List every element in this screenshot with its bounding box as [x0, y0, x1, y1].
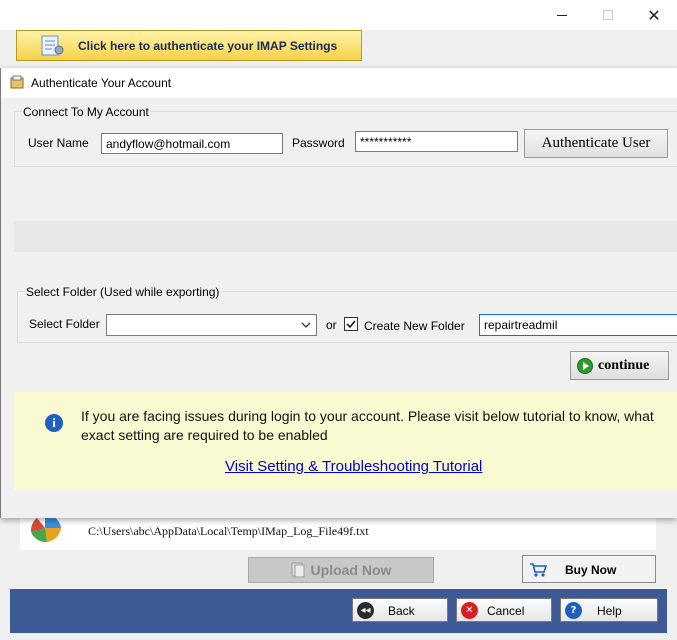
- pie-chart-icon: [30, 514, 61, 542]
- cancel-label: Cancel: [487, 604, 525, 618]
- create-new-folder-label[interactable]: Create New Folder: [364, 319, 465, 333]
- dialog-app-icon: [10, 75, 24, 89]
- cancel-icon: ✕: [461, 602, 478, 619]
- new-folder-input[interactable]: repairtreadmil: [479, 314, 677, 336]
- upload-icon: [291, 562, 305, 578]
- continue-label: continue: [598, 358, 650, 373]
- select-folder-legend: Select Folder (Used while exporting): [25, 285, 221, 299]
- status-band: [14, 221, 677, 252]
- close-icon: ✕: [647, 5, 661, 25]
- settings-document-icon: [41, 35, 64, 56]
- password-input[interactable]: ***********: [355, 131, 518, 152]
- minimize-button[interactable]: [539, 0, 585, 30]
- help-label: Help: [597, 604, 622, 618]
- username-label: User Name: [28, 136, 89, 150]
- play-icon: [577, 358, 593, 374]
- tutorial-link[interactable]: Visit Setting & Troubleshooting Tutorial: [225, 458, 482, 475]
- help-button[interactable]: ? Help: [560, 598, 658, 622]
- help-icon: ?: [565, 602, 582, 619]
- upload-now-label: Upload Now: [310, 562, 392, 578]
- cart-icon: [530, 563, 547, 577]
- buy-now-label: Buy Now: [565, 563, 617, 577]
- back-icon: ◂◂: [357, 602, 374, 619]
- maximize-button[interactable]: [585, 0, 631, 30]
- buy-now-button[interactable]: Buy Now: [522, 555, 656, 583]
- checkmark-icon: [346, 320, 356, 329]
- log-file-path: C:\Users\abc\AppData\Local\Temp\IMap_Log…: [88, 524, 369, 538]
- imap-settings-button[interactable]: Click here to authenticate your IMAP Set…: [16, 30, 362, 61]
- chevron-down-icon: [301, 322, 311, 328]
- username-input[interactable]: andyflow@hotmail.com: [101, 133, 283, 154]
- dialog-title: Authenticate Your Account: [31, 76, 172, 90]
- or-label: or: [326, 318, 337, 332]
- connect-account-legend: Connect To My Account: [22, 105, 150, 119]
- continue-button[interactable]: continue: [570, 351, 669, 380]
- dialog-titlebar: Authenticate Your Account: [1, 68, 677, 98]
- select-folder-dropdown[interactable]: [106, 314, 317, 336]
- close-button[interactable]: ✕: [631, 0, 677, 30]
- upload-now-button[interactable]: Upload Now: [248, 557, 434, 583]
- back-button[interactable]: ◂◂ Back: [352, 598, 448, 622]
- maximize-icon: [603, 10, 613, 20]
- window-titlebar: ✕: [0, 0, 677, 30]
- authenticate-user-button[interactable]: Authenticate User: [524, 129, 668, 158]
- minimize-icon: [557, 14, 567, 16]
- authenticate-dialog: Authenticate Your Account Connect To My …: [0, 68, 677, 518]
- select-folder-label: Select Folder: [29, 317, 100, 331]
- cancel-button[interactable]: ✕ Cancel: [456, 598, 552, 622]
- info-icon: i: [45, 414, 63, 432]
- imap-settings-label: Click here to authenticate your IMAP Set…: [78, 39, 338, 53]
- create-new-folder-checkbox[interactable]: [344, 317, 358, 331]
- back-label: Back: [388, 604, 415, 618]
- info-message: If you are facing issues during login to…: [81, 408, 654, 443]
- password-label: Password: [292, 136, 345, 150]
